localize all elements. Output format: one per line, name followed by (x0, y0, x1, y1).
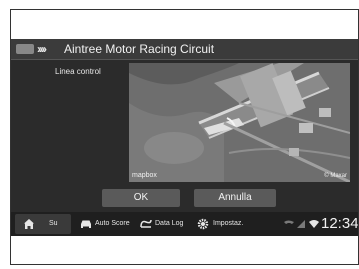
ok-button[interactable]: OK (102, 189, 180, 207)
nav-auto-score[interactable]: Auto Score (79, 214, 141, 234)
home-label: Su (49, 220, 58, 227)
mapbox-attribution: mapbox (132, 172, 157, 179)
home-icon (24, 219, 34, 229)
phone-icon (284, 220, 294, 224)
cancel-button[interactable]: Annulla (194, 189, 276, 207)
head-unit-screen: ›››› Aintree Motor Racing Circuit Linea … (11, 39, 358, 236)
nav-settings-label: Impostaz. (213, 220, 244, 227)
track-log-icon (140, 219, 152, 228)
nav-auto-score-label: Auto Score (95, 220, 130, 227)
nav-settings[interactable]: Impostaz. (197, 214, 259, 234)
maxar-attribution: © Maxar (324, 173, 347, 179)
car-icon (81, 220, 91, 228)
honda-logo-icon (16, 44, 34, 54)
satellite-map-image (129, 63, 350, 182)
wifi-icon (309, 220, 319, 228)
signal-icon (297, 220, 305, 228)
forward-chevrons-icon: ›››› (37, 42, 47, 56)
home-button[interactable]: Su (15, 214, 71, 234)
line-control-label: Linea control (55, 67, 101, 76)
bottom-navigation-bar: Su Auto Score Data Log Impostaz. 12:34 (11, 212, 358, 236)
title-bar: ›››› Aintree Motor Racing Circuit (11, 39, 358, 60)
satellite-map[interactable]: mapbox © Maxar (129, 63, 350, 182)
gear-icon (197, 218, 209, 230)
page-title: Aintree Motor Racing Circuit (64, 42, 215, 56)
nav-data-log[interactable]: Data Log (139, 214, 194, 234)
nav-data-log-label: Data Log (155, 220, 184, 227)
clock: 12:34 (321, 215, 358, 232)
